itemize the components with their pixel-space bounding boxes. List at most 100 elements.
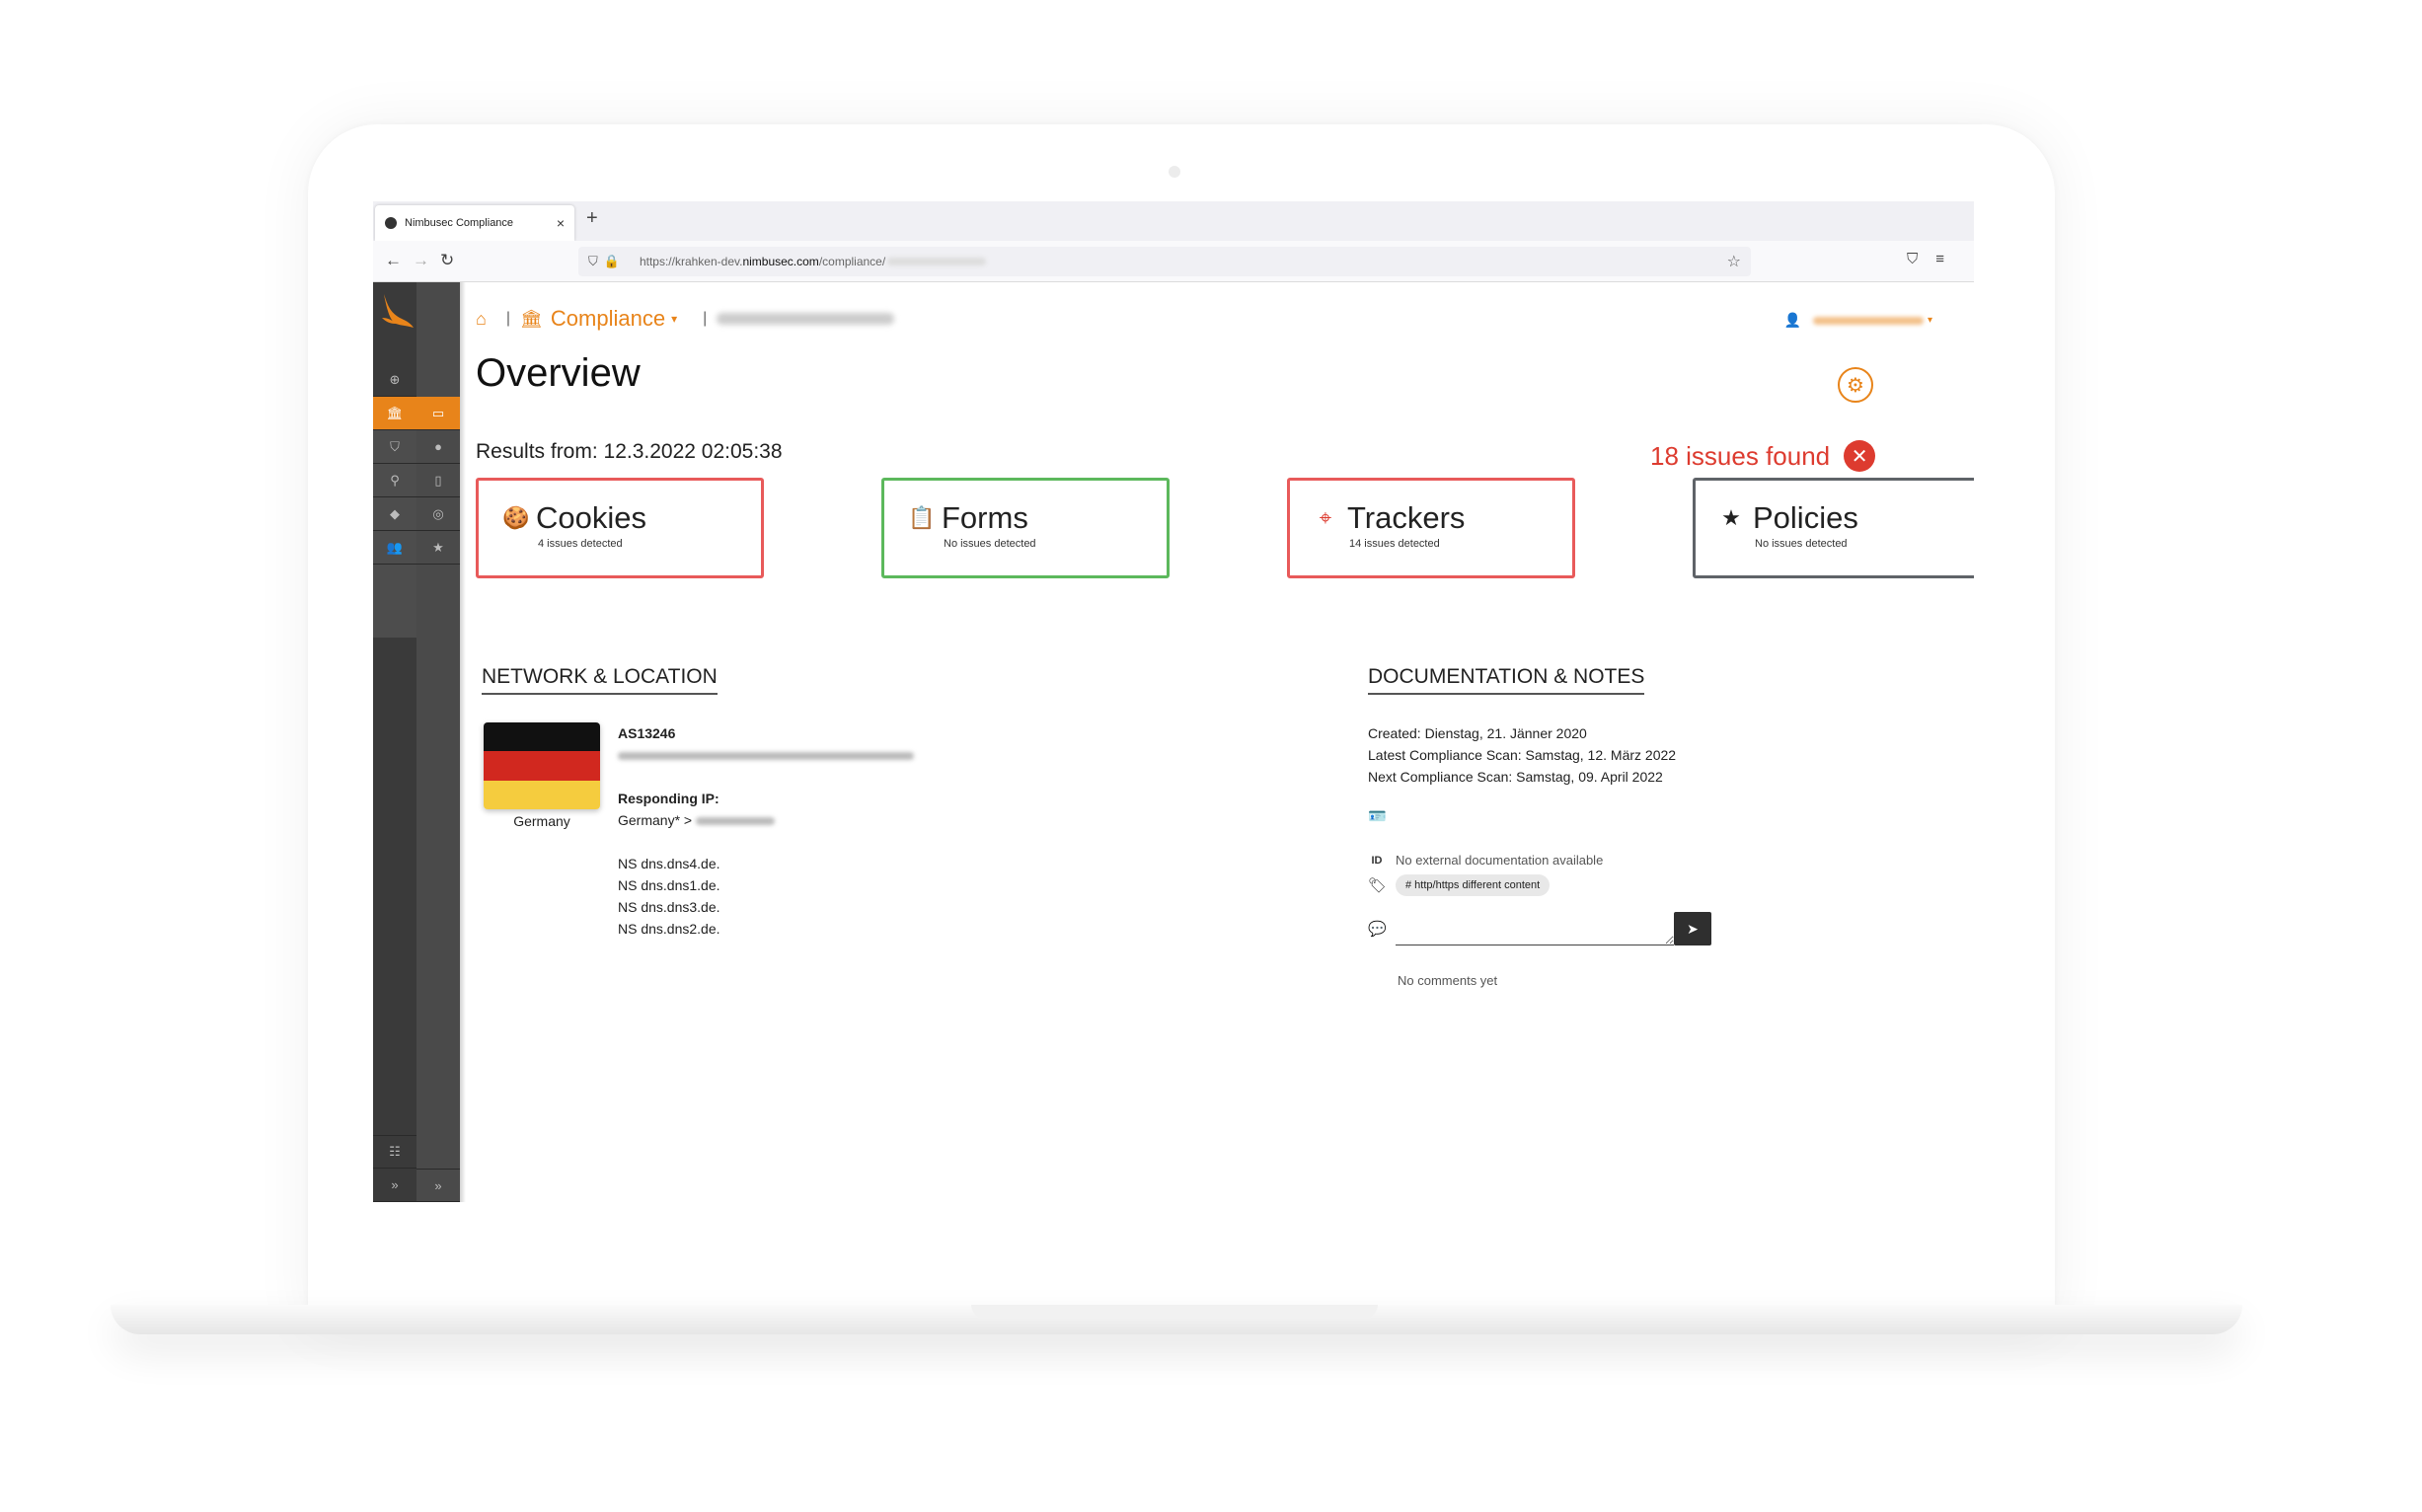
main-content: ⌂ | 🏛 Compliance ▾ | 👤 ▾ Overview ⚙ Resu… (476, 282, 1974, 1202)
sidebar-shadow (460, 282, 466, 1202)
home-icon[interactable]: ⌂ (476, 309, 487, 330)
settings-gear-button[interactable]: ⚙ (1838, 367, 1873, 403)
scan-dates: Created: Dienstag, 21. Jänner 2020 Lates… (1368, 722, 1676, 788)
sidebar-expand-button[interactable]: » (373, 1169, 416, 1202)
sidebar-item-sitemap[interactable]: ⚲ (373, 464, 416, 497)
external-doc-text: No external documentation available (1396, 853, 1604, 868)
breadcrumb-separator: | (703, 310, 708, 327)
germany-flag-icon (484, 722, 600, 809)
id-badge-icon: ID (1371, 854, 1383, 867)
tag-icon: 🏷 (1368, 877, 1388, 894)
external-doc-row: ID No external documentation available (1368, 853, 1604, 868)
card-subtitle: 14 issues detected (1349, 538, 1440, 550)
asn-org-redacted (618, 752, 914, 761)
comment-row: 💬 ➤ (1368, 912, 1711, 945)
country-label: Germany (513, 813, 570, 829)
comment-icon: 💬 (1368, 921, 1387, 938)
users-icon: 👥 (386, 539, 404, 555)
subnav-overview[interactable]: ▭ (416, 397, 460, 430)
documentation-section-title: DOCUMENTATION & NOTES (1368, 665, 1645, 695)
breadcrumb-redacted-site[interactable] (717, 313, 895, 325)
navigation-bar: ← → ↻ ⛉🔒 https://krahken-dev.nimbusec.co… (373, 241, 1974, 282)
issues-summary: 18 issues found ✕ (1650, 440, 1876, 472)
bank-icon: 🏛 (520, 308, 543, 329)
id-card-row: 🪪 (1368, 807, 1396, 825)
cookies-card[interactable]: 🍪 Cookies 4 issues detected (476, 478, 764, 578)
caret-down-icon[interactable]: ▾ (671, 312, 677, 326)
subnav-expand-button[interactable]: » (416, 1169, 460, 1202)
tab-title: Nimbusec Compliance (405, 217, 514, 229)
user-menu[interactable]: 👤 ▾ (1784, 312, 1932, 329)
card-title: Trackers (1347, 500, 1466, 535)
nameserver: NS dns.dns4.de. (618, 856, 720, 871)
krahken-logo-icon[interactable] (376, 288, 416, 334)
forward-arrow-icon[interactable]: → (413, 251, 429, 270)
policies-card[interactable]: ★ Policies No issues detected (1693, 478, 1974, 578)
breadcrumb-compliance[interactable]: Compliance (551, 306, 665, 332)
sidebar-item-security[interactable]: ⛉ (373, 430, 416, 464)
bank-icon: 🏛 (386, 405, 404, 420)
subnav-policies[interactable]: ★ (416, 531, 460, 565)
id-card-icon[interactable]: 🪪 (1368, 807, 1387, 825)
sidebar-item-globe[interactable]: ⊕ (373, 363, 416, 397)
tab-close-icon[interactable]: × (557, 215, 565, 231)
window-icon: ▭ (431, 405, 445, 420)
browser-tab[interactable]: Nimbusec Compliance × (375, 205, 574, 241)
pocket-and-menu-icons[interactable]: ⛉≡ (1907, 251, 1962, 267)
results-timestamp: Results from: 12.3.2022 02:05:38 (476, 440, 783, 463)
latest-scan-date: Latest Compliance Scan: Samstag, 12. Mär… (1368, 747, 1677, 763)
comment-input[interactable] (1396, 912, 1674, 945)
double-chevron-right-icon: » (391, 1177, 399, 1192)
laptop-camera (1169, 166, 1180, 178)
subnav-cookies[interactable]: ● (416, 430, 460, 464)
breadcrumb-separator: | (505, 310, 511, 327)
crosshair-icon: ⌖ (1319, 505, 1332, 530)
responding-ip-prefix: Germany* > (618, 812, 693, 828)
network-section-title: NETWORK & LOCATION (482, 665, 718, 695)
sidebar-item-users[interactable]: 👥 (373, 531, 416, 565)
star-icon: ★ (1721, 505, 1741, 530)
tags-row: 🏷 # http/https different content (1368, 874, 1551, 896)
tag-chip[interactable]: # http/https different content (1396, 874, 1551, 896)
gear-icon: ⚙ (1847, 374, 1864, 397)
sidebar-item-compliance[interactable]: 🏛 (373, 397, 416, 430)
cookie-icon: ● (434, 439, 442, 454)
globe-icon: ⊕ (389, 371, 401, 387)
url-text: https://krahken-dev.nimbusec.com/complia… (639, 255, 886, 268)
sitemap-icon: ⚲ (390, 472, 400, 488)
bookmark-star-icon[interactable]: ☆ (1727, 252, 1741, 271)
laptop-notch (971, 1305, 1378, 1319)
subnav-forms[interactable]: ▯ (416, 464, 460, 497)
card-subtitle: No issues detected (944, 538, 1036, 550)
no-comments-text: No comments yet (1398, 973, 1498, 988)
next-scan-date: Next Compliance Scan: Samstag, 09. April… (1368, 769, 1663, 785)
user-email-redacted (1812, 316, 1924, 325)
sidebar-item-settings[interactable]: ☷ (373, 1135, 416, 1169)
user-icon: 👤 (1783, 312, 1801, 328)
issues-count: 18 issues found (1650, 440, 1831, 471)
breadcrumb: ⌂ | 🏛 Compliance ▾ | (476, 306, 895, 332)
trackers-card[interactable]: ⌖ Trackers 14 issues detected (1287, 478, 1575, 578)
new-tab-button[interactable]: + (586, 207, 598, 230)
card-title: Forms (942, 500, 1028, 535)
reload-icon[interactable]: ↻ (440, 251, 454, 270)
url-bar[interactable]: ⛉🔒 https://krahken-dev.nimbusec.com/comp… (578, 247, 1751, 276)
nimbusec-favicon-icon (385, 217, 397, 229)
card-subtitle: No issues detected (1755, 538, 1848, 550)
nameserver: NS dns.dns3.de. (618, 899, 720, 915)
subnav-trackers[interactable]: ◎ (416, 497, 460, 531)
url-redacted (887, 258, 987, 265)
forms-card[interactable]: 📋 Forms No issues detected (881, 478, 1170, 578)
sidebar-item-tags[interactable]: ◆ (373, 497, 416, 531)
asn-label: AS13246 (618, 725, 676, 741)
tab-bar: Nimbusec Compliance × + (373, 201, 1974, 241)
responding-ip-label: Responding IP: (618, 791, 719, 806)
nameserver: NS dns.dns1.de. (618, 877, 720, 893)
browser-window: Nimbusec Compliance × + ← → ↻ ⛉🔒 https:/… (373, 201, 1974, 1202)
network-info: AS13246 Responding IP: Germany* > NS dns… (618, 722, 914, 940)
back-arrow-icon[interactable]: ← (385, 251, 402, 270)
created-date: Created: Dienstag, 21. Jänner 2020 (1368, 725, 1587, 741)
crosshair-icon: ◎ (432, 505, 444, 521)
send-comment-button[interactable]: ➤ (1674, 912, 1711, 945)
tag-icon: ◆ (390, 505, 400, 521)
